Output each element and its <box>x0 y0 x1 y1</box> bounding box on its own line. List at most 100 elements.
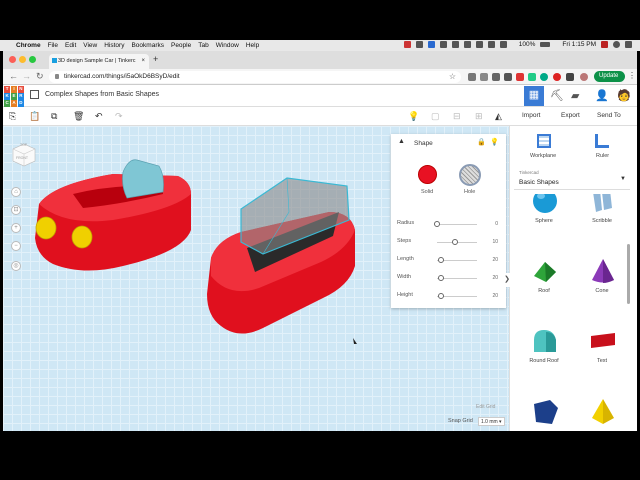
battery-icon[interactable] <box>540 42 551 47</box>
shape-roof[interactable]: Roof <box>514 256 574 324</box>
menu-people[interactable]: People <box>171 42 191 49</box>
ruler-icon[interactable] <box>595 134 609 148</box>
menu-list-icon[interactable] <box>625 41 632 48</box>
shape-text[interactable]: Text <box>572 326 632 394</box>
status-icon[interactable] <box>451 41 459 48</box>
home-view-icon[interactable]: ⌂ <box>11 187 21 197</box>
browser-menu-icon[interactable]: ⋮ <box>628 71 636 80</box>
car-left[interactable] <box>35 159 191 271</box>
bookmark-star-icon[interactable]: ☆ <box>449 72 456 81</box>
shape-cone[interactable]: Cone <box>572 256 632 324</box>
extension-icon[interactable] <box>566 73 574 81</box>
extension-icon[interactable] <box>504 73 512 81</box>
reload-button[interactable]: ↻ <box>36 71 44 82</box>
length-slider[interactable]: Length 20 <box>397 256 500 266</box>
status-icon[interactable] <box>415 41 423 48</box>
radius-knob[interactable] <box>434 221 440 227</box>
snap-grid-select[interactable]: 1.0 mm ▾ <box>478 417 505 426</box>
browser-tab[interactable]: 3D design Sample Car | Tinkerc × <box>49 54 149 69</box>
menu-edit[interactable]: Edit <box>65 42 76 49</box>
extension-icon[interactable] <box>468 73 476 81</box>
workplane-icon[interactable] <box>537 134 551 148</box>
duplicate-icon[interactable]: ⧉ <box>51 111 57 122</box>
perspective-icon[interactable]: ◎ <box>11 261 21 271</box>
shape-box-item[interactable] <box>514 396 574 429</box>
status-icon[interactable] <box>463 41 471 48</box>
lock-icon[interactable]: 🔒 <box>477 138 486 146</box>
bluetooth-icon[interactable] <box>487 41 495 48</box>
light-icon[interactable]: 💡 <box>408 111 419 122</box>
ruler-label[interactable]: Ruler <box>596 153 609 159</box>
status-icon[interactable] <box>475 41 483 48</box>
avatar[interactable]: 🧑 <box>617 89 631 102</box>
menu-view[interactable]: View <box>83 42 97 49</box>
steps-knob[interactable] <box>452 239 458 245</box>
extension-icon[interactable] <box>528 73 536 81</box>
mirror-icon[interactable]: ◭ <box>495 111 502 122</box>
view-cube[interactable]: TOP FRONT <box>11 142 37 168</box>
solid-color-swatch[interactable] <box>418 165 437 184</box>
undo-icon[interactable]: ↶ <box>95 111 103 122</box>
new-tab-button[interactable]: + <box>153 54 158 64</box>
height-knob[interactable] <box>438 293 444 299</box>
menu-window[interactable]: Window <box>216 42 239 49</box>
collapse-chevron-icon[interactable]: ▲ <box>398 138 405 145</box>
menu-file[interactable]: File <box>48 42 58 49</box>
close-window-button[interactable] <box>9 56 16 63</box>
zoom-in-icon[interactable]: + <box>11 223 21 233</box>
close-tab-icon[interactable]: × <box>141 58 145 64</box>
height-value[interactable]: 20 <box>492 293 498 299</box>
menu-bookmarks[interactable]: Bookmarks <box>131 42 164 49</box>
width-slider[interactable]: Width 20 <box>397 274 500 284</box>
page-title[interactable]: Complex Shapes from Basic Shapes <box>45 91 159 98</box>
update-button[interactable]: Update <box>594 71 625 82</box>
menu-help[interactable]: Help <box>246 42 259 49</box>
delete-icon[interactable]: 🗑 <box>73 111 84 122</box>
radius-slider[interactable]: Radius 0 <box>397 220 500 230</box>
forward-button[interactable]: → <box>22 71 31 81</box>
shape-library-select[interactable]: Tinkercad Basic Shapes ▼ <box>514 166 630 190</box>
shape-sphere[interactable]: Sphere <box>514 194 574 254</box>
fit-view-icon[interactable]: ⊡ <box>11 205 21 215</box>
hole-swatch[interactable] <box>459 164 481 186</box>
steps-value[interactable]: 10 <box>492 239 498 245</box>
zoom-out-icon[interactable]: − <box>11 241 21 251</box>
extension-icon[interactable] <box>540 73 548 81</box>
address-bar[interactable]: tinkercad.com/things/i5aOkD6BSyD/edit ☆ <box>49 71 461 83</box>
blocks-icon[interactable]: ▰ <box>571 89 579 102</box>
zoom-window-button[interactable] <box>29 56 36 63</box>
car-right[interactable] <box>207 177 355 334</box>
workplane-label[interactable]: Workplane <box>530 153 556 159</box>
dropbox-icon[interactable] <box>427 41 435 48</box>
extension-icon[interactable] <box>492 73 500 81</box>
steps-slider[interactable]: Steps 10 <box>397 238 500 248</box>
search-icon[interactable] <box>613 41 620 48</box>
height-slider[interactable]: Height 20 <box>397 292 500 302</box>
wifi-icon[interactable] <box>499 41 507 48</box>
edit-grid-button[interactable]: Edit Grid <box>476 404 495 410</box>
status-icon[interactable] <box>439 41 447 48</box>
tinkercad-logo[interactable]: TIN KER CAD <box>4 86 24 107</box>
group-icon[interactable]: ⊞ <box>475 111 483 122</box>
clock[interactable]: Fri 1:15 PM <box>562 41 596 48</box>
radius-value[interactable]: 0 <box>495 221 498 227</box>
new-shape-icon[interactable]: ⎘ <box>9 111 16 122</box>
avatar[interactable] <box>580 73 588 81</box>
extension-icon[interactable] <box>516 73 524 81</box>
import-button[interactable]: Import <box>522 112 540 119</box>
length-knob[interactable] <box>438 257 444 263</box>
battery-percent[interactable]: 100% <box>519 41 536 48</box>
extension-icon[interactable] <box>480 73 488 81</box>
visibility-icon[interactable]: 💡 <box>490 138 499 146</box>
flag-icon[interactable] <box>601 41 608 48</box>
align-icon[interactable]: ⊟ <box>453 111 461 122</box>
back-button[interactable]: ← <box>9 71 18 81</box>
paste-icon[interactable]: 📋 <box>29 111 40 122</box>
send-to-button[interactable]: Send To <box>597 112 621 119</box>
3d-view-icon[interactable]: ▦ <box>524 86 544 106</box>
width-knob[interactable] <box>438 275 444 281</box>
export-button[interactable]: Export <box>561 112 580 119</box>
shape-pyramid[interactable] <box>572 396 632 429</box>
menu-tab[interactable]: Tab <box>198 42 208 49</box>
shape-scribble[interactable]: Scribble <box>572 194 632 254</box>
